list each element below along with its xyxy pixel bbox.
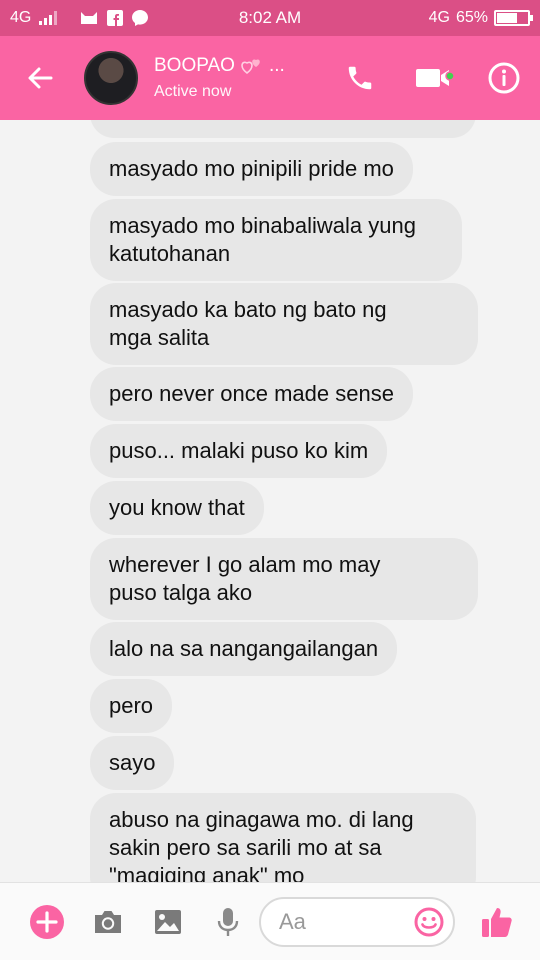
notification-icons <box>79 9 149 27</box>
image-icon <box>155 910 181 934</box>
phone-icon <box>348 66 372 90</box>
message-bubble: wherever I go alam mo may puso talga ako <box>90 538 478 620</box>
message-bubble: you know that <box>90 481 264 535</box>
gallery-button[interactable] <box>143 897 193 947</box>
message-bubble: pero never once made sense <box>90 367 413 421</box>
chat-header: BOOPAO ... Active now <box>0 36 540 120</box>
emoji-button[interactable] <box>404 897 454 947</box>
message-bubble: lalo na sa nangangailangan <box>90 622 398 676</box>
message-bubble: masyado ka bato ng bato ng mga salita <box>90 283 478 365</box>
message-bubble: sayo <box>90 736 175 790</box>
info-button[interactable] <box>474 36 534 120</box>
back-arrow-icon <box>28 67 53 89</box>
message-bubble: masyado mo pinipili pride mo <box>90 142 413 196</box>
message-bubble: puso... malaki puso ko kim <box>90 424 388 478</box>
status-bar: 4G 8:02 AM 4G 65% <box>0 0 540 36</box>
emoji-icon <box>414 907 444 937</box>
thumbs-up-icon <box>482 908 512 937</box>
network-label-left: 4G <box>10 9 32 26</box>
message-bubble: abuso na ginagawa mo. di lang sakin pero… <box>90 793 476 882</box>
hearts-icon <box>241 59 260 75</box>
composer-bar: Aa <box>0 882 540 960</box>
avatar[interactable] <box>84 51 138 105</box>
like-button[interactable] <box>472 897 522 947</box>
call-button[interactable] <box>330 36 390 120</box>
signal-icon <box>39 11 58 25</box>
plus-icon <box>30 905 64 939</box>
contact-name: BOOPAO <box>154 55 235 76</box>
contact-info[interactable]: BOOPAO ... Active now <box>154 55 285 101</box>
message-bubble: pero <box>90 679 173 733</box>
voice-button[interactable] <box>203 897 253 947</box>
message-input-placeholder: Aa <box>279 909 306 934</box>
camera-icon <box>95 911 121 933</box>
message-list[interactable]: masyado mo pinipili pride mo masyado mo … <box>0 120 540 882</box>
network-label-right: 4G <box>428 9 450 26</box>
back-button[interactable] <box>0 36 80 120</box>
name-overflow: ... <box>268 55 285 76</box>
cat-icon <box>81 12 98 24</box>
video-camera-icon <box>416 69 454 87</box>
battery-percent: 65% <box>455 9 488 26</box>
message-bubble: masyado mo binabaliwala yung katutohanan <box>90 199 462 281</box>
more-actions-button[interactable] <box>22 897 72 947</box>
microphone-icon <box>217 908 239 936</box>
message-bubble-partial <box>90 120 476 138</box>
battery-icon <box>494 10 533 26</box>
camera-button[interactable] <box>83 897 133 947</box>
info-icon <box>488 62 520 94</box>
presence-status: Active now <box>154 83 232 100</box>
messenger-icon <box>132 10 149 26</box>
facebook-icon <box>107 10 124 26</box>
video-call-button[interactable] <box>404 36 464 120</box>
